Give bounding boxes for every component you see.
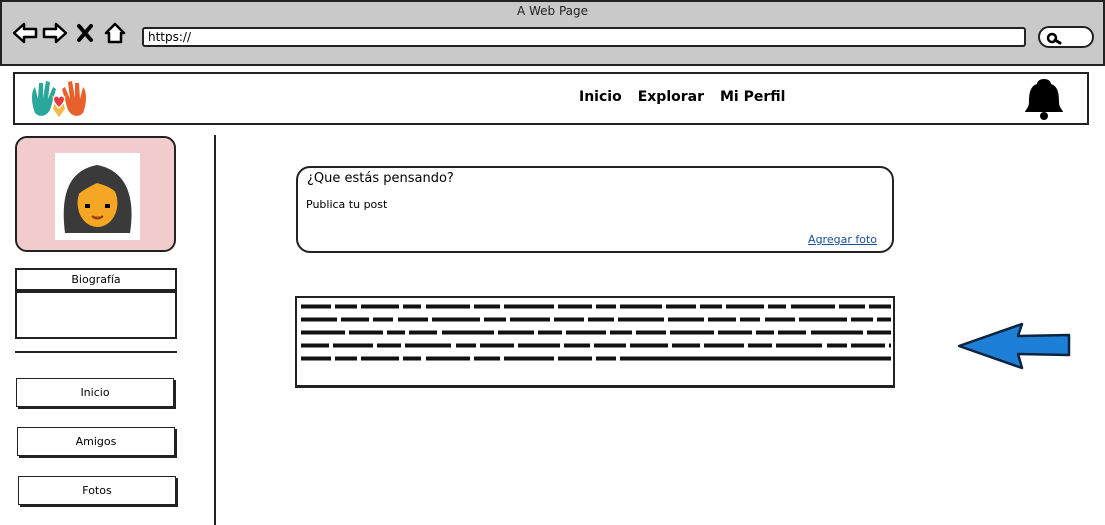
hands-heart-logo[interactable]: [29, 79, 89, 121]
sidebar-divider: [15, 351, 177, 353]
scribble-line: [301, 343, 891, 348]
content-divider: [214, 135, 216, 525]
browser-search-button[interactable]: [1038, 26, 1094, 48]
browser-window-chrome: A Web Page https://: [0, 0, 1105, 66]
scribble-line: [301, 317, 891, 322]
close-x-icon[interactable]: [72, 19, 98, 47]
url-bar[interactable]: https://: [142, 27, 1026, 47]
nav-inicio[interactable]: Inicio: [579, 89, 622, 105]
bell-icon[interactable]: [1021, 76, 1067, 122]
scribble-line: [301, 304, 891, 309]
forward-arrow-icon[interactable]: [42, 19, 68, 47]
nav-mi-perfil[interactable]: Mi Perfil: [720, 89, 785, 105]
blue-arrow-left-icon: [957, 322, 1071, 370]
sidebar-button-inicio[interactable]: Inicio: [16, 378, 174, 407]
sidebar-button-fotos[interactable]: Fotos: [18, 476, 176, 505]
add-photo-link[interactable]: Agregar foto: [808, 233, 877, 246]
post-composer[interactable]: ¿Que estás pensando? Publica tu post Agr…: [296, 166, 894, 253]
profile-card: [15, 136, 176, 252]
top-navigation: Inicio Explorar Mi Perfil: [579, 89, 785, 105]
user-avatar[interactable]: [55, 153, 140, 240]
nav-explorar[interactable]: Explorar: [638, 89, 704, 105]
post-input[interactable]: Publica tu post: [306, 198, 387, 211]
scribble-line: [301, 356, 891, 361]
app-header: Inicio Explorar Mi Perfil: [13, 72, 1089, 125]
browser-nav-controls: [12, 18, 128, 48]
biography-panel: Biografía: [15, 268, 177, 339]
search-icon: [1046, 32, 1062, 45]
back-arrow-icon[interactable]: [12, 19, 38, 47]
home-icon[interactable]: [102, 19, 128, 47]
biography-title: Biografía: [17, 270, 175, 291]
sidebar-button-amigos[interactable]: Amigos: [17, 427, 175, 456]
feed-post: [295, 296, 895, 387]
composer-prompt: ¿Que estás pensando?: [307, 171, 454, 186]
scribble-line: [301, 330, 891, 335]
window-title: A Web Page: [516, 4, 589, 18]
